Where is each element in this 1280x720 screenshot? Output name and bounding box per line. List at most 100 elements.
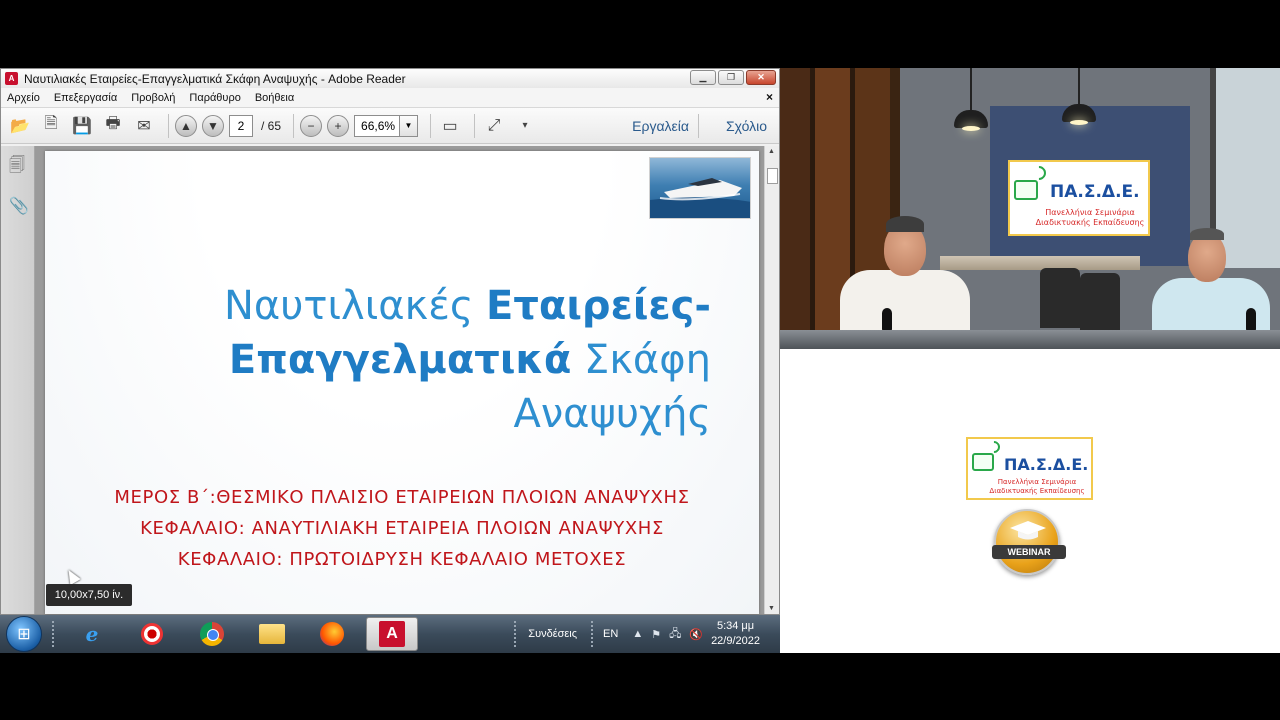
document-title: Ναυτιλιακές Εταιρείες- Επαγγελματικά Σκά… <box>71 279 711 441</box>
create-pdf-icon[interactable]: 🗎 <box>38 113 64 139</box>
clock-date: 22/9/2022 <box>711 635 760 647</box>
menu-help[interactable]: Βοήθεια <box>255 92 294 104</box>
studio-logo-name: ΠΑ.Σ.Δ.Ε. <box>1050 182 1140 202</box>
action-center-icon[interactable]: ⚑ <box>651 628 661 641</box>
email-icon[interactable]: ✉ <box>131 113 157 139</box>
presenter-left-hair <box>886 216 924 232</box>
page-thumbnails-icon[interactable]: 🗐 <box>9 154 27 174</box>
studio-desk <box>780 330 1280 349</box>
zoom-in-icon[interactable]: + <box>327 114 350 137</box>
studio-logo-tagline-2: Διαδικτυακής Εκπαίδευσης <box>1035 218 1145 227</box>
adobe-reader-window: A Ναυτιλιακές Εταιρείες- Επαγγελματικά Σκ… <box>0 68 780 615</box>
taskbar-chrome[interactable] <box>186 617 238 651</box>
title-line2-light: Σκάφη <box>571 337 711 383</box>
folder-icon <box>259 624 285 644</box>
toolbar-separator <box>698 114 699 138</box>
document-area: 🗐 📎 Ναυτιλιακές Εταιρείες- Επαγγελματικά… <box>1 146 779 614</box>
pdf-app-icon: A <box>5 72 18 85</box>
volume-muted-icon[interactable]: 🔇 <box>689 628 703 641</box>
menu-window[interactable]: Παράθυρο <box>189 92 240 104</box>
title-line2-bold: Επαγγελματικά <box>228 337 572 383</box>
webinar-badge: WEBINAR <box>992 509 1066 575</box>
comment-pane-link[interactable]: Σχόλιο <box>726 118 767 134</box>
minimize-button[interactable]: ▁ <box>690 70 716 85</box>
vertical-scrollbar[interactable]: ▲ ▼ <box>764 146 779 614</box>
zoom-level-input[interactable]: 66,6% <box>354 114 401 137</box>
fit-page-icon[interactable]: ▭ <box>437 113 463 139</box>
zoom-out-icon[interactable]: − <box>300 114 323 137</box>
language-indicator[interactable]: EN <box>603 628 618 640</box>
chrome-icon <box>200 622 224 646</box>
studio-chair <box>1080 273 1120 333</box>
window-titlebar[interactable]: A Ναυτιλιακές Εταιρείες-Επαγγελματικά Σκ… <box>1 69 779 88</box>
clock[interactable]: 5:34 μμ 22/9/2022 <box>711 619 760 649</box>
next-page-icon[interactable]: ▼ <box>202 114 224 137</box>
taskbar-internet-explorer[interactable]: e <box>66 617 118 651</box>
scroll-up-icon[interactable]: ▲ <box>768 148 775 155</box>
menu-file[interactable]: Αρχείο <box>7 92 40 104</box>
taskbar-adobe-reader[interactable]: A <box>366 617 418 651</box>
tools-pane-link[interactable]: Εργαλεία <box>632 118 689 134</box>
record-icon <box>141 623 163 645</box>
page-number-input[interactable]: 2 <box>229 114 253 137</box>
zoom-dropdown-icon[interactable]: ▼ <box>400 114 419 137</box>
studio-logo-tagline-1: Πανελλήνια Σεμινάρια <box>1045 208 1135 217</box>
adobe-reader-icon: A <box>379 621 405 647</box>
branding-panel: ΠΑ.Σ.Δ.Ε. Πανελλήνια Σεμινάρια Διαδικτυα… <box>780 349 1280 653</box>
subtitle-part: ΜΕΡΟΣ Β΄:ΘΕΣΜΙΚΟ ΠΛΑΙΣΙΟ ΕΤΑΙΡΕΙΩΝ ΠΛΟΙΩ… <box>114 487 690 508</box>
fullscreen-icon[interactable]: ⤢ <box>481 113 507 139</box>
studio-table <box>940 256 1140 270</box>
taskbar-firefox[interactable] <box>306 617 358 651</box>
taskbar-explorer[interactable] <box>246 617 298 651</box>
windows-taskbar: ⊞ e A Συνδέσεις EN ▲ ⚑ 🖧 🔇 5:34 μμ 22/9/… <box>0 615 780 653</box>
total-pages: / 65 <box>261 118 282 133</box>
title-line1-light: Ναυτιλιακές <box>224 283 487 329</box>
window-controls: ▁ ❐ ✕ <box>690 70 776 85</box>
menu-view[interactable]: Προβολή <box>131 92 175 104</box>
scroll-down-icon[interactable]: ▼ <box>768 605 775 612</box>
subtitle-chapter-1: ΚΕΦΑΛΑΙΟ: ΑΝΑΥΤΙΛΙΑΚΗ ΕΤΑΙΡΕΙΑ ΠΛΟΙΩΝ ΑΝ… <box>140 518 664 539</box>
pasde-logo: ΠΑ.Σ.Δ.Ε. Πανελλήνια Σεμινάρια Διαδικτυα… <box>966 437 1093 500</box>
toolbar-separator <box>474 113 476 138</box>
clock-time: 5:34 μμ <box>716 620 755 632</box>
close-button[interactable]: ✕ <box>746 70 776 85</box>
navigation-pane: 🗐 📎 <box>1 146 35 614</box>
webcam-video: ΠΑ.Σ.Δ.Ε. Πανελλήνια Σεμινάρια Διαδικτυα… <box>780 68 1280 349</box>
restore-button[interactable]: ❐ <box>718 70 744 85</box>
title-line1-bold: Εταιρείες- <box>486 283 711 329</box>
studio-chair <box>1040 268 1080 328</box>
previous-page-icon[interactable]: ▲ <box>175 114 197 137</box>
taskbar-grip <box>52 621 56 647</box>
menu-bar: Αρχείο Επεξεργασία Προβολή Παράθυρο Βοήθ… <box>1 88 779 108</box>
network-icon[interactable]: 🖧 <box>669 625 681 644</box>
taskbar-grip <box>514 621 518 647</box>
logo-name: ΠΑ.Σ.Δ.Ε. <box>1004 455 1089 474</box>
save-icon[interactable]: 💾 <box>69 113 95 139</box>
system-tray: Συνδέσεις EN ▲ ⚑ 🖧 🔇 5:34 μμ 22/9/2022 <box>504 615 780 653</box>
connections-toolbar[interactable]: Συνδέσεις <box>528 628 577 640</box>
internet-explorer-icon: e <box>85 622 99 646</box>
title-line3: Αναψυχής <box>513 391 711 437</box>
more-tools-icon[interactable]: ▾ <box>512 113 538 139</box>
firefox-icon <box>320 622 344 646</box>
graduation-cap-icon <box>1010 521 1046 540</box>
webinar-label: WEBINAR <box>992 545 1066 559</box>
toolbar-separator <box>168 113 169 138</box>
print-icon[interactable]: 🖶 <box>100 113 126 139</box>
screen: A Ναυτιλιακές Εταιρείες- Επαγγελματικά Σκ… <box>0 0 1280 720</box>
scrollbar-thumb[interactable] <box>767 168 778 184</box>
start-button[interactable]: ⊞ <box>6 616 42 652</box>
pdf-page: Ναυτιλιακές Εταιρείες- Επαγγελματικά Σκά… <box>45 151 759 614</box>
subtitle-chapter-2: ΚΕΦΑΛΑΙΟ: ΠΡΩΤΟΙΔΡΥΣΗ ΚΕΦΑΛΑΙΟ ΜΕΤΟΧΕΣ <box>177 549 627 570</box>
toolbar: 📂 🗎 💾 🖶 ✉ ▲ ▼ 2 / 65 − + 66,6% ▼ ▭ ⤢ ▾ Ε… <box>1 108 779 144</box>
logo-screen-icon <box>972 453 994 471</box>
close-document-icon[interactable]: × <box>766 90 773 104</box>
show-hidden-icons-icon[interactable]: ▲ <box>632 628 643 640</box>
taskbar-grip <box>591 621 595 647</box>
logo-tagline-2: Διαδικτυακής Εκπαίδευσης <box>989 487 1085 495</box>
taskbar-recorder[interactable] <box>126 617 178 651</box>
open-file-icon[interactable]: 📂 <box>7 113 33 139</box>
attachments-icon[interactable]: 📎 <box>9 196 29 216</box>
studio-logo-poster: ΠΑ.Σ.Δ.Ε. Πανελλήνια Σεμινάρια Διαδικτυα… <box>1008 160 1150 236</box>
menu-edit[interactable]: Επεξεργασία <box>54 92 117 104</box>
